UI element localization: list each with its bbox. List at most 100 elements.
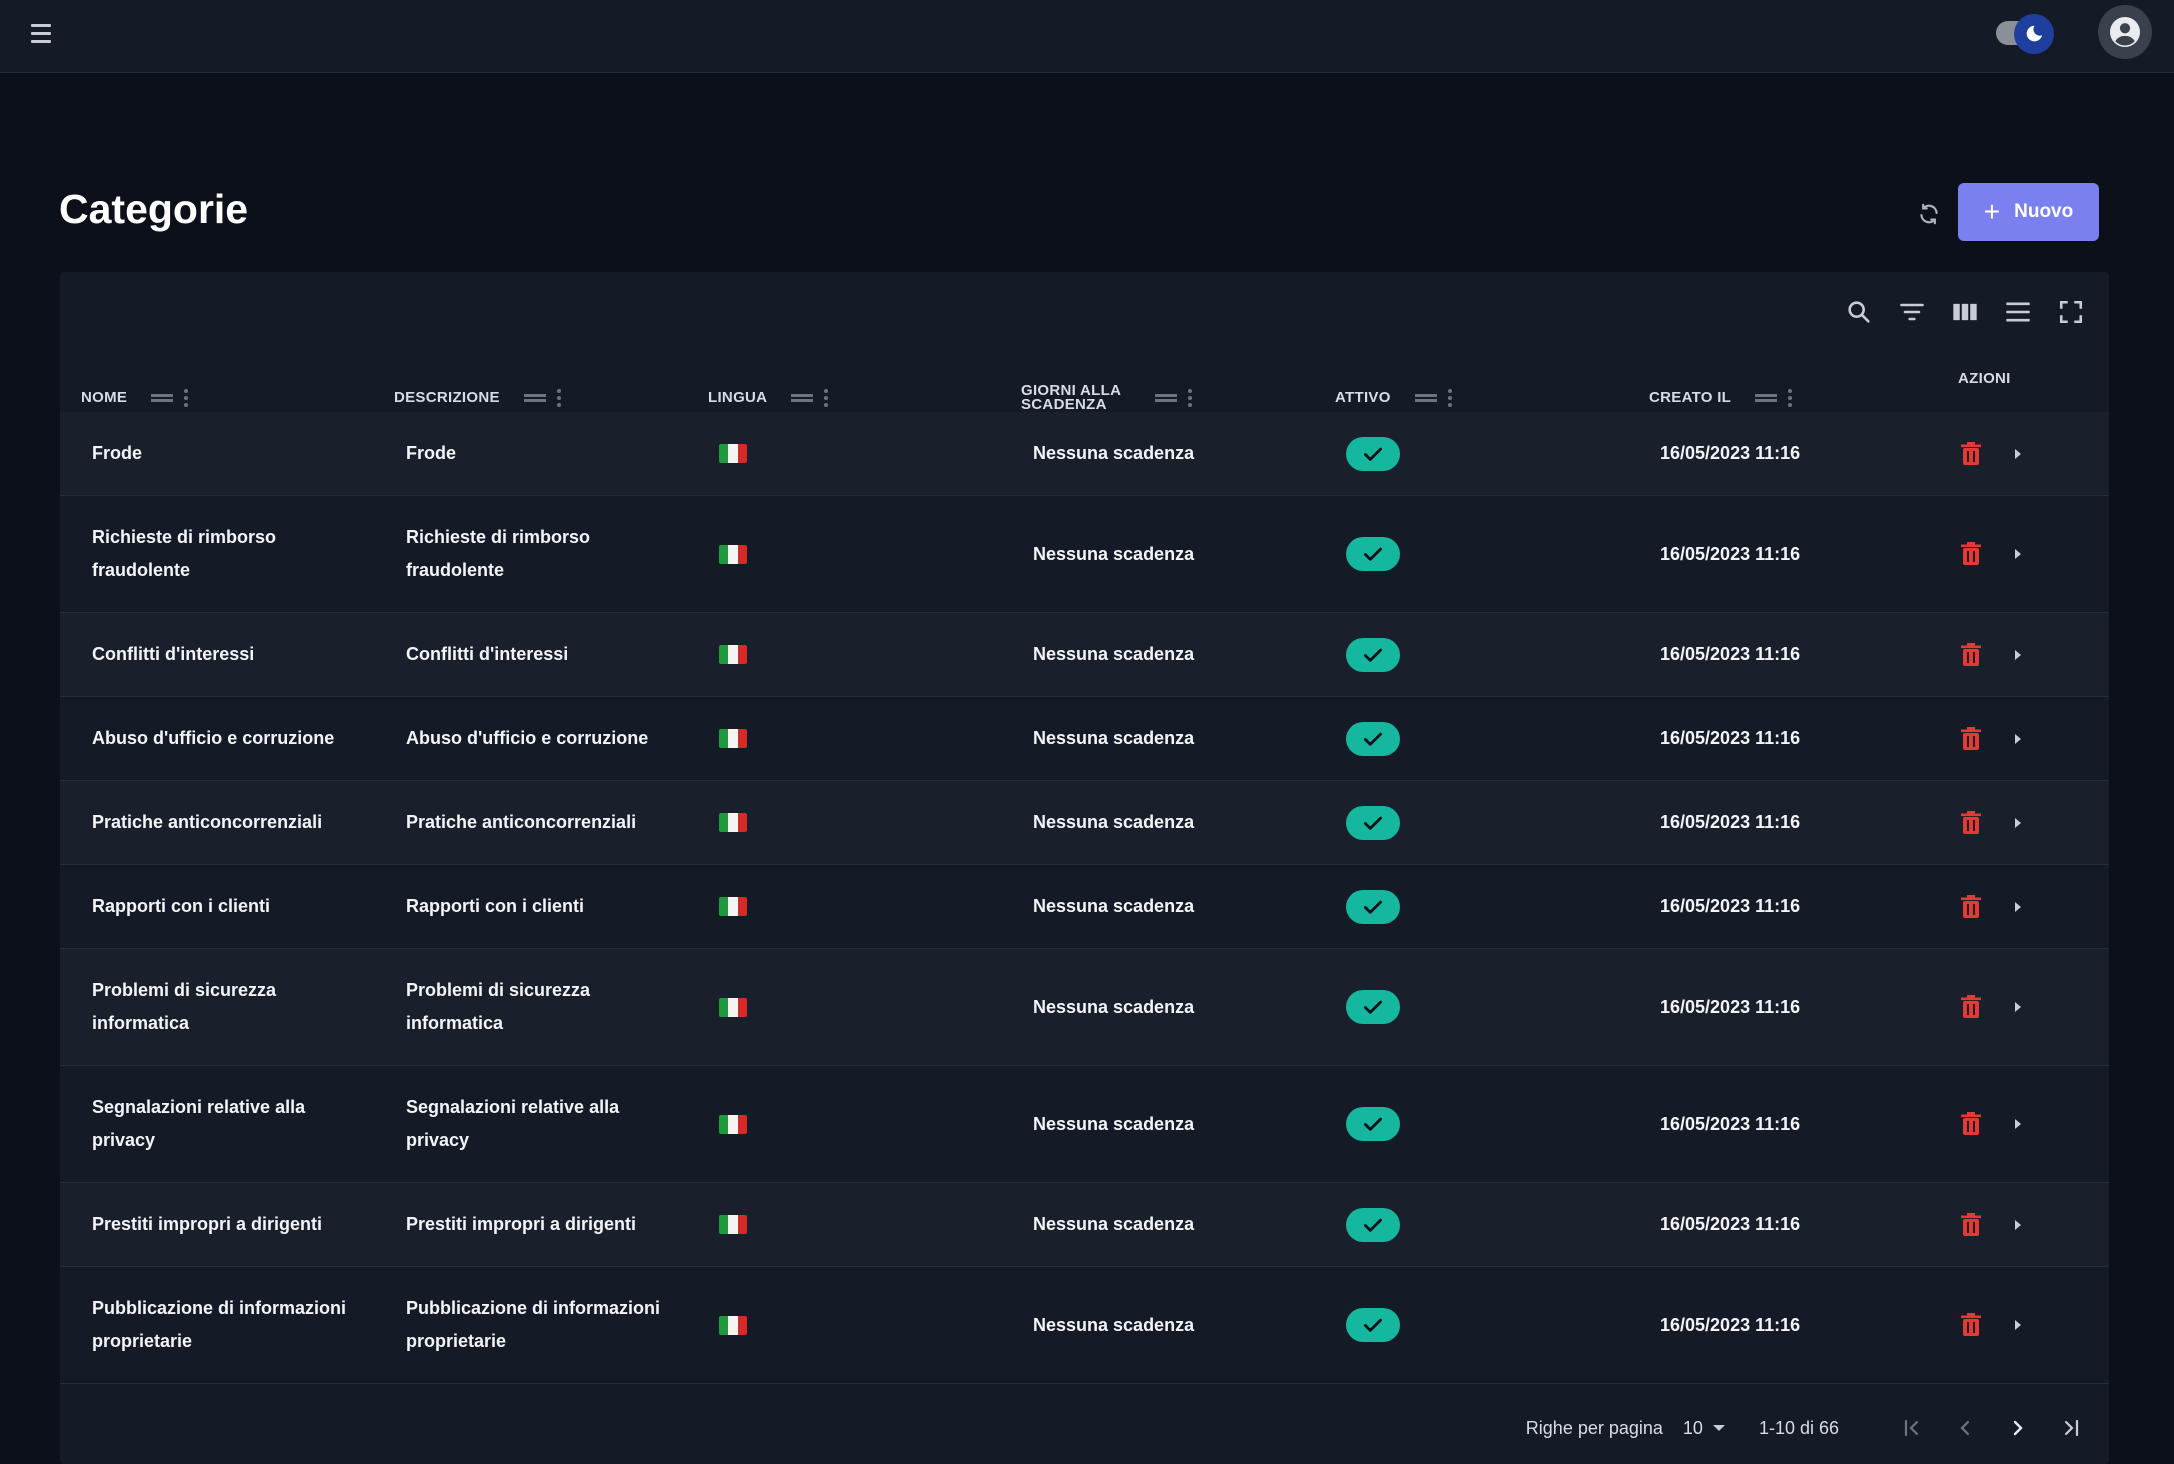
cell-giorni: Nessuna scadenza [1033,896,1195,916]
table-row[interactable]: Conflitti d'interessi Conflitti d'intere… [60,613,2109,697]
drag-handle-icon[interactable] [151,394,174,402]
trash-icon[interactable] [1960,542,1982,566]
trash-icon[interactable] [1960,1313,1982,1337]
it-flag-icon [719,813,747,832]
trash-icon[interactable] [1960,441,1982,466]
trash-icon[interactable] [1960,810,1982,835]
it-flag-icon [719,729,747,748]
it-flag-icon [719,997,747,1017]
caret-down-icon [1712,1425,1725,1431]
first-page-icon[interactable] [1894,1410,1930,1446]
fullscreen-icon[interactable] [2053,294,2089,330]
drag-handle-icon[interactable] [1414,394,1437,402]
column-menu-icon[interactable] [1447,389,1453,407]
column-menu-icon[interactable] [823,389,829,407]
check-icon [1346,537,1400,571]
cell-nome: Pubblicazione di informazioni proprietar… [92,1298,347,1351]
cell-nome: Rapporti con i clienti [92,896,271,916]
column-menu-icon[interactable] [183,389,189,407]
cell-attivo [1346,865,1400,948]
chevron-right-icon[interactable] [2012,547,2024,561]
table-row[interactable]: Richieste di rimborso fraudolente Richie… [60,496,2109,613]
cell-azioni [1960,865,2024,948]
moon-icon [2014,14,2054,54]
cell-descrizione: Rapporti con i clienti [406,896,585,916]
cell-giorni: Nessuna scadenza [1033,1113,1195,1134]
cell-creato: 16/05/2023 11:16 [1660,1113,1801,1134]
cell-giorni: Nessuna scadenza [1033,644,1195,664]
chevron-right-icon[interactable] [2012,816,2024,830]
account-circle-icon[interactable] [2098,5,2152,59]
cell-giorni: Nessuna scadenza [1033,728,1195,748]
rows-per-page-value: 10 [1682,1417,1703,1438]
refresh-icon[interactable] [1911,196,1947,232]
drag-handle-icon[interactable] [1155,394,1177,402]
chevron-right-icon[interactable] [2012,1000,2024,1014]
cell-creato: 16/05/2023 11:16 [1660,1314,1801,1335]
cell-descrizione: Prestiti impropri a dirigenti [406,1214,637,1234]
check-icon [1346,889,1400,924]
trash-icon[interactable] [1960,642,1982,667]
menu-icon[interactable] [26,18,56,48]
chevron-right-icon[interactable] [2012,900,2024,914]
cell-nome: Richieste di rimborso fraudolente [92,527,277,580]
table-row[interactable]: Frode Frode Nessuna scadenza 16/05/2023 … [60,412,2109,496]
cell-lingua [719,949,747,1065]
cell-giorni: Nessuna scadenza [1033,443,1195,463]
column-menu-icon[interactable] [556,389,562,407]
filter-icon[interactable] [1894,294,1930,330]
chevron-right-icon[interactable] [2012,447,2024,461]
pagination: Righe per pagina 10 1-10 di 66 [60,1392,2109,1464]
table-row[interactable]: Segnalazioni relative alla privacy Segna… [60,1066,2109,1183]
density-icon[interactable] [2000,294,2036,330]
rows-per-page-select[interactable]: 10 [1683,1418,1725,1439]
drag-handle-icon[interactable] [523,394,546,402]
new-button[interactable]: + Nuovo [1958,183,2099,241]
drag-handle-icon[interactable] [791,394,814,402]
chevron-right-icon[interactable] [2012,1318,2024,1332]
table-row[interactable]: Problemi di sicurezza informatica Proble… [60,949,2109,1066]
columns-icon[interactable] [1947,294,1983,330]
trash-icon[interactable] [1960,726,1982,751]
check-icon [1346,990,1400,1024]
search-icon[interactable] [1841,294,1877,330]
cell-azioni [1960,1066,2024,1182]
table-row[interactable]: Abuso d'ufficio e corruzione Abuso d'uff… [60,697,2109,781]
chevron-right-icon[interactable] [2012,1117,2024,1131]
rows-per-page-label: Righe per pagina [1525,1417,1663,1438]
cell-lingua [719,496,747,612]
cell-azioni [1960,496,2024,612]
trash-icon[interactable] [1960,894,1982,919]
theme-toggle[interactable] [1994,14,2060,54]
last-page-icon[interactable] [2053,1410,2089,1446]
column-menu-icon[interactable] [1187,389,1193,407]
cell-creato: 16/05/2023 11:16 [1660,896,1801,916]
cell-descrizione: Segnalazioni relative alla privacy [406,1097,620,1150]
table-row[interactable]: Rapporti con i clienti Rapporti con i cl… [60,865,2109,949]
cell-creato: 16/05/2023 11:16 [1660,543,1801,564]
chevron-right-icon[interactable] [2012,648,2024,662]
cell-azioni [1960,613,2024,696]
table-row[interactable]: Pubblicazione di informazioni proprietar… [60,1267,2109,1384]
trash-icon[interactable] [1960,1112,1982,1136]
column-menu-icon[interactable] [1787,389,1793,407]
trash-icon[interactable] [1960,1212,1982,1237]
cell-attivo [1346,697,1400,780]
cell-descrizione: Problemi di sicurezza informatica [406,980,591,1033]
chevron-right-icon[interactable] [2012,732,2024,746]
drag-handle-icon[interactable] [1755,394,1778,402]
next-page-icon[interactable] [2000,1410,2036,1446]
check-icon [1346,721,1400,756]
table-row[interactable]: Prestiti impropri a dirigenti Prestiti i… [60,1183,2109,1267]
cell-nome: Conflitti d'interessi [92,644,255,664]
previous-page-icon[interactable] [1947,1410,1983,1446]
cell-creato: 16/05/2023 11:16 [1660,644,1801,664]
table-row[interactable]: Pratiche anticoncorrenziali Pratiche ant… [60,781,2109,865]
it-flag-icon [719,444,747,463]
cell-lingua [719,1066,747,1182]
chevron-right-icon[interactable] [2012,1218,2024,1232]
it-flag-icon [719,1315,747,1335]
cell-attivo [1346,949,1400,1065]
cell-descrizione: Frode [406,443,457,463]
trash-icon[interactable] [1960,995,1982,1019]
